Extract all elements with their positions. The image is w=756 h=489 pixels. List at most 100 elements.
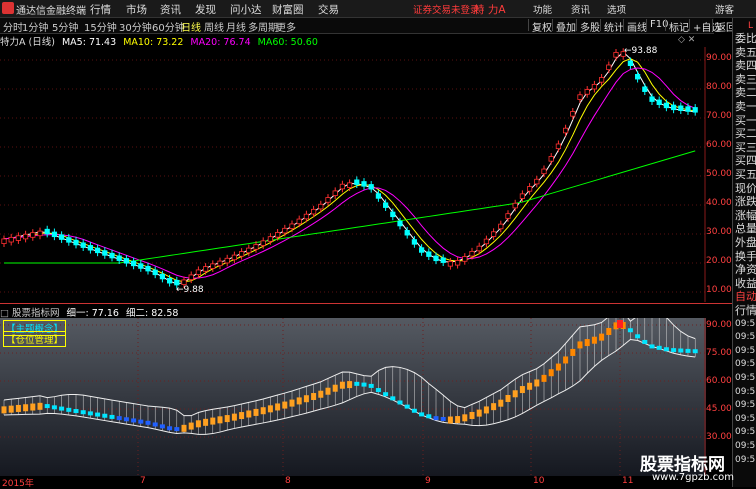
indicator-bar [159,424,165,429]
quote-panel-item: 09:51 [735,318,756,329]
candle [224,257,230,264]
indicator-bar [246,410,252,418]
candle [109,252,115,259]
period-30min[interactable]: 30分钟 [119,19,152,34]
indicator-bar [440,416,446,421]
period-15min[interactable]: 15分钟 [84,19,117,34]
indicator-bar [642,339,648,344]
quote-panel-item: 09:51 [735,454,756,465]
indicator-bar [224,415,230,423]
indicator-bar [296,397,302,405]
indicator-bar [563,356,569,364]
current-stock: 特 力A [474,4,506,16]
indicator-bar [570,348,576,356]
period-multi[interactable]: 多周期 [248,19,278,34]
indicator-bar [656,345,662,350]
candle [130,260,137,267]
low-annotation: ←9.88 [176,285,204,295]
menu-item-wealth[interactable]: 财富圈 [272,2,304,17]
indicator-axis-label: 75.00 [706,348,732,358]
indicator-bar [1,406,7,414]
candle [166,278,173,284]
candle [238,251,245,257]
candle [663,102,670,109]
indicator-bar [599,333,605,341]
menu-item-ask[interactable]: 问小达 [230,2,262,17]
candle [87,245,93,251]
period-5min[interactable]: 5分钟 [52,19,78,34]
signal-marker [617,320,623,328]
candle [152,269,158,276]
guest-login[interactable]: 游客 [715,2,734,16]
quote-panel-item: 09:51 [735,427,756,438]
candle [555,143,562,150]
indicator-bar [462,414,468,422]
candle [368,184,374,190]
candle [195,269,201,275]
candle [282,227,288,234]
candle [80,242,86,248]
indicator-bar [203,418,209,426]
date-label: 7 [140,476,146,486]
menu-item-news[interactable]: 资讯 [160,2,181,17]
candle [627,60,634,67]
overlay-button[interactable]: 叠加 [552,19,579,34]
login-warning[interactable]: 证券交易未登录 [413,2,480,16]
indicator-bar [332,384,338,392]
price-axis-label: 90.00 [706,53,732,63]
period-monthly[interactable]: 月线 [226,19,246,34]
multi-stock-button[interactable]: 多股 [576,19,603,34]
chart-settings-icon[interactable]: ◇ ✕ [678,35,695,45]
period-tick[interactable]: 分时 [3,19,23,34]
quote-panel-item: 自动 [735,290,756,304]
indicator-bar [167,426,173,431]
candle [354,179,360,185]
quote-panel-item: 09:51 [735,332,756,343]
period-more[interactable]: 更多 [276,19,296,34]
menu-item-market[interactable]: 市场 [126,2,147,17]
watermark-url: www.7gpzb.com [652,472,734,483]
indicator-bar [8,405,14,413]
adjust-button[interactable]: 复权 [528,19,555,34]
candle [397,220,403,227]
candle [102,250,108,256]
candle [519,193,526,199]
period-1min[interactable]: 1分钟 [22,19,48,34]
mark-button[interactable]: 标记 [665,19,692,34]
indicator-bar [491,403,497,411]
menu-item-options[interactable]: 选项 [607,2,626,16]
quote-panel-item: 买二 [735,127,756,141]
candle [390,211,396,218]
indicator-bar [512,390,518,398]
position-tag[interactable]: 【仓位管理】 [3,331,67,347]
indicator-bar [354,381,360,386]
quote-panel-item: 09:51 [735,345,756,356]
menu-item-quotes[interactable]: 行情 [90,2,111,17]
indicator-axis-label: 45.00 [706,404,732,414]
quote-panel-item: 行情 [735,304,756,317]
indicator-axis-label: 90.00 [706,320,732,330]
candle [73,239,79,246]
candle [145,265,151,272]
candle [505,213,511,219]
candle [260,240,266,246]
price-axis-label: 20.00 [706,256,732,266]
period-weekly[interactable]: 周线 [204,19,224,34]
menu-item-trade[interactable]: 交易 [318,2,339,17]
indicator-bar [678,348,684,353]
candle [613,52,619,58]
quote-panel-item: 委比 [735,32,756,45]
date-axis: 2015年 7 8 9 10 11 [0,476,706,489]
date-label: 8 [285,476,291,486]
period-daily[interactable]: 日线 [181,19,201,34]
period-60min[interactable]: 60分钟 [152,19,185,34]
menu-item-discover[interactable]: 发现 [195,2,216,17]
quote-panel-item: 买三 [735,140,756,154]
ma60-line [4,150,696,264]
menu-item-function[interactable]: 功能 [533,2,552,16]
indicator-bar [15,404,21,412]
menu-item-info[interactable]: 资讯 [571,2,590,16]
period-toolbar: 分时 1分钟 5分钟 15分钟 30分钟 60分钟 日线 周线 月线 多周期 更… [0,18,736,34]
candle [606,64,612,71]
indicator-bar [548,369,554,377]
